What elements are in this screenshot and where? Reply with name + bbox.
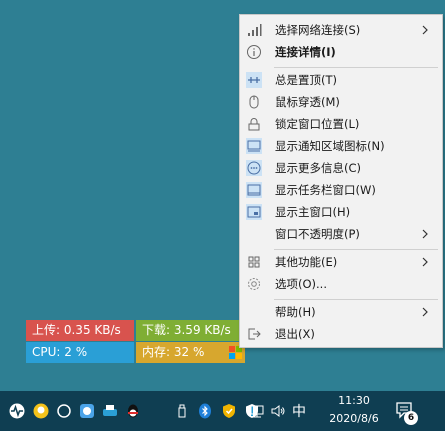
menu-item-connection-details[interactable]: 连接详情(I): [241, 41, 441, 63]
upload-speed: 上传: 0.35 KB/s: [26, 320, 134, 341]
lock-icon: [248, 118, 260, 131]
menu-item-window-opacity[interactable]: 窗口不透明度(P): [241, 223, 441, 245]
menu-separator: [274, 299, 438, 300]
signal-bars-icon: [248, 24, 262, 36]
network-icon[interactable]: [249, 403, 265, 419]
info-circle-icon: [247, 45, 261, 59]
tray-icon: [246, 138, 262, 154]
taskbar: 中 11:30 2020/8/6 6: [0, 391, 445, 431]
qq-icon[interactable]: [125, 403, 141, 419]
menu-item-select-network[interactable]: 选择网络连接(S): [241, 19, 441, 41]
traffic-monitor-widget[interactable]: 上传: 0.35 KB/s 下载: 3.59 KB/s CPU: 2 % 内存:…: [26, 320, 245, 363]
cpu-usage: CPU: 2 %: [26, 342, 134, 363]
mouse-icon: [249, 95, 259, 109]
pulse-app-icon[interactable]: [9, 403, 25, 419]
more-info-icon: [246, 160, 262, 176]
menu-separator: [274, 249, 438, 250]
taskbar-window-icon: [246, 182, 262, 198]
menu-item-show-more-info[interactable]: 显示更多信息(C): [241, 157, 441, 179]
main-window-icon: [246, 204, 262, 220]
chevron-right-icon: [422, 25, 428, 35]
app-icon[interactable]: [79, 403, 95, 419]
menu-item-mouse-penetrate[interactable]: 鼠标穿透(M): [241, 91, 441, 113]
exit-icon: [248, 328, 261, 340]
pin-icon: [246, 72, 262, 88]
grid-icon: [248, 256, 260, 268]
menu-item-always-on-top[interactable]: 总是置顶(T): [241, 69, 441, 91]
menu-item-lock-window-position[interactable]: 锁定窗口位置(L): [241, 113, 441, 135]
clock-date: 2020/8/6: [329, 412, 379, 425]
bluetooth-icon[interactable]: [197, 403, 213, 419]
menu-item-help[interactable]: 帮助(H): [241, 301, 441, 323]
menu-item-show-tray-icon[interactable]: 显示通知区域图标(N): [241, 135, 441, 157]
menu-item-options[interactable]: 选项(O)...: [241, 273, 441, 295]
shield-icon[interactable]: [221, 403, 237, 419]
memory-usage: 内存: 32 %: [136, 342, 245, 363]
chevron-right-icon: [422, 257, 428, 267]
ime-indicator[interactable]: 中: [292, 401, 306, 421]
circle-icon[interactable]: [56, 403, 72, 419]
notification-count-badge: 6: [404, 411, 418, 425]
menu-item-show-main-window[interactable]: 显示主窗口(H): [241, 201, 441, 223]
chevron-right-icon: [422, 229, 428, 239]
menu-item-exit[interactable]: 退出(X): [241, 323, 441, 345]
volume-icon[interactable]: [270, 403, 286, 419]
context-menu: 选择网络连接(S) 连接详情(I) 总是置顶(T) 鼠标穿透(M) 锁定窗口位置…: [239, 14, 443, 348]
chevron-right-icon: [422, 307, 428, 317]
clock-time: 11:30: [338, 394, 370, 407]
menu-separator: [274, 67, 438, 68]
download-speed: 下载: 3.59 KB/s: [136, 320, 245, 341]
usb-device-icon[interactable]: [174, 403, 190, 419]
gear-icon: [248, 278, 260, 290]
yellow-app-icon[interactable]: [33, 403, 49, 419]
menu-item-other-functions[interactable]: 其他功能(E): [241, 251, 441, 273]
printer-app-icon[interactable]: [102, 403, 118, 419]
menu-item-show-taskbar-window[interactable]: 显示任务栏窗口(W): [241, 179, 441, 201]
